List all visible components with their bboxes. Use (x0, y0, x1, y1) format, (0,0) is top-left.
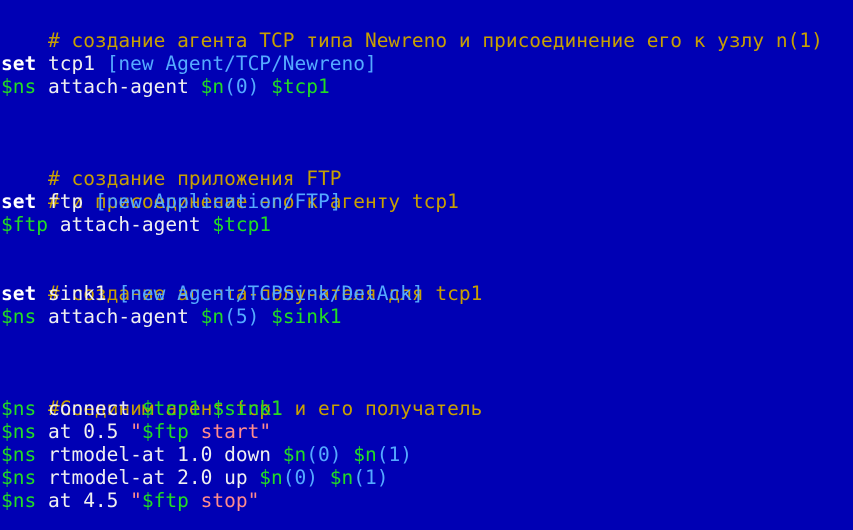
code-line-5: # и присоединение его к агенту tcp1 (1, 167, 459, 213)
keyword-set: set (1, 282, 37, 305)
code-line-1: # создание агента TCP типа Newreno и при… (1, 6, 823, 52)
variable: $sink1 (271, 305, 342, 328)
string-text: stop" (188, 489, 260, 512)
string-quote: " (130, 420, 142, 443)
variable: $tcp1 (271, 75, 330, 98)
variable: $n (353, 443, 377, 466)
argument: (0) (282, 466, 319, 489)
argument: (0) (224, 75, 260, 98)
variable: $ns (1, 305, 37, 328)
variable: $ns (1, 420, 37, 443)
command: at 0.5 (36, 420, 131, 443)
code-line-16: $ns at 4.5 "$ftp stop" (1, 489, 259, 512)
code-line-4: # создание приложения FTP (1, 144, 342, 190)
variable: $ftp (1, 213, 48, 236)
code-line-9: set sink1 [new Agent/TCPSink/DelAck] (1, 282, 424, 305)
variable: $n (282, 443, 307, 466)
code-line-3: $ns attach-agent $n(0) $tcp1 (1, 75, 330, 98)
keyword-set: set (1, 52, 37, 75)
string-variable: $ftp (141, 489, 189, 512)
variable: $tcp1 (212, 213, 272, 236)
command: rtmodel-at 2.0 up (36, 466, 260, 489)
code-line-2: set tcp1 [new Agent/TCP/Newreno] (1, 52, 377, 75)
variable: $ns (1, 466, 37, 489)
variable: $tcp1 (141, 397, 201, 420)
string-quote: " (130, 489, 142, 512)
code-line-14: $ns rtmodel-at 1.0 down $n(0) $n(1) (1, 443, 412, 466)
argument: (5) (224, 305, 260, 328)
argument: (1) (353, 466, 389, 489)
argument: (1) (376, 443, 412, 466)
variable: $n (259, 466, 283, 489)
code-line-15: $ns rtmodel-at 2.0 up $n(0) $n(1) (1, 466, 388, 489)
variable: $ns (1, 75, 37, 98)
code-line-10: $ns attach-agent $n(5) $sink1 (1, 305, 342, 328)
command: connect (36, 397, 142, 420)
bracket-expression: [new Agent/TCPSink/DelAck] (118, 282, 424, 305)
command: attach-agent (47, 213, 213, 236)
identifier: ftp (36, 190, 95, 213)
command: attach-agent (36, 305, 201, 328)
identifier: sink1 (36, 282, 119, 305)
command: rtmodel-at 1.0 down (36, 443, 283, 466)
code-editor[interactable]: # создание агента TCP типа Newreno и при… (0, 0, 853, 530)
variable: $n (329, 466, 354, 489)
keyword-set: set (1, 190, 37, 213)
code-line-12: $ns connect $tcp1 $sink1 (1, 397, 283, 420)
variable: $ns (1, 489, 37, 512)
variable: $n (200, 75, 225, 98)
argument: (0) (306, 443, 342, 466)
bracket-expression: [new Application/FTP] (94, 190, 342, 213)
code-line-11: #Соединим агент tcp1 и его получатель (1, 374, 482, 420)
identifier: tcp1 (36, 52, 107, 75)
code-line-7: $ftp attach-agent $tcp1 (1, 213, 271, 236)
string-text: start" (188, 420, 272, 443)
comment: # создание агента TCP типа Newreno и при… (47, 29, 823, 52)
code-line-13: $ns at 0.5 "$ftp start" (1, 420, 271, 443)
string-variable: $ftp (141, 420, 189, 443)
variable: $ns (1, 443, 37, 466)
variable: $sink1 (212, 397, 283, 420)
command: at 4.5 (36, 489, 131, 512)
code-line-6: set ftp [new Application/FTP] (1, 190, 341, 213)
variable: $n (200, 305, 225, 328)
code-line-8: # создание агента-получателя для tcp1 (1, 259, 482, 305)
command: attach-agent (36, 75, 201, 98)
bracket-expression: [new Agent/TCP/Newreno] (106, 52, 377, 75)
variable: $ns (1, 397, 37, 420)
